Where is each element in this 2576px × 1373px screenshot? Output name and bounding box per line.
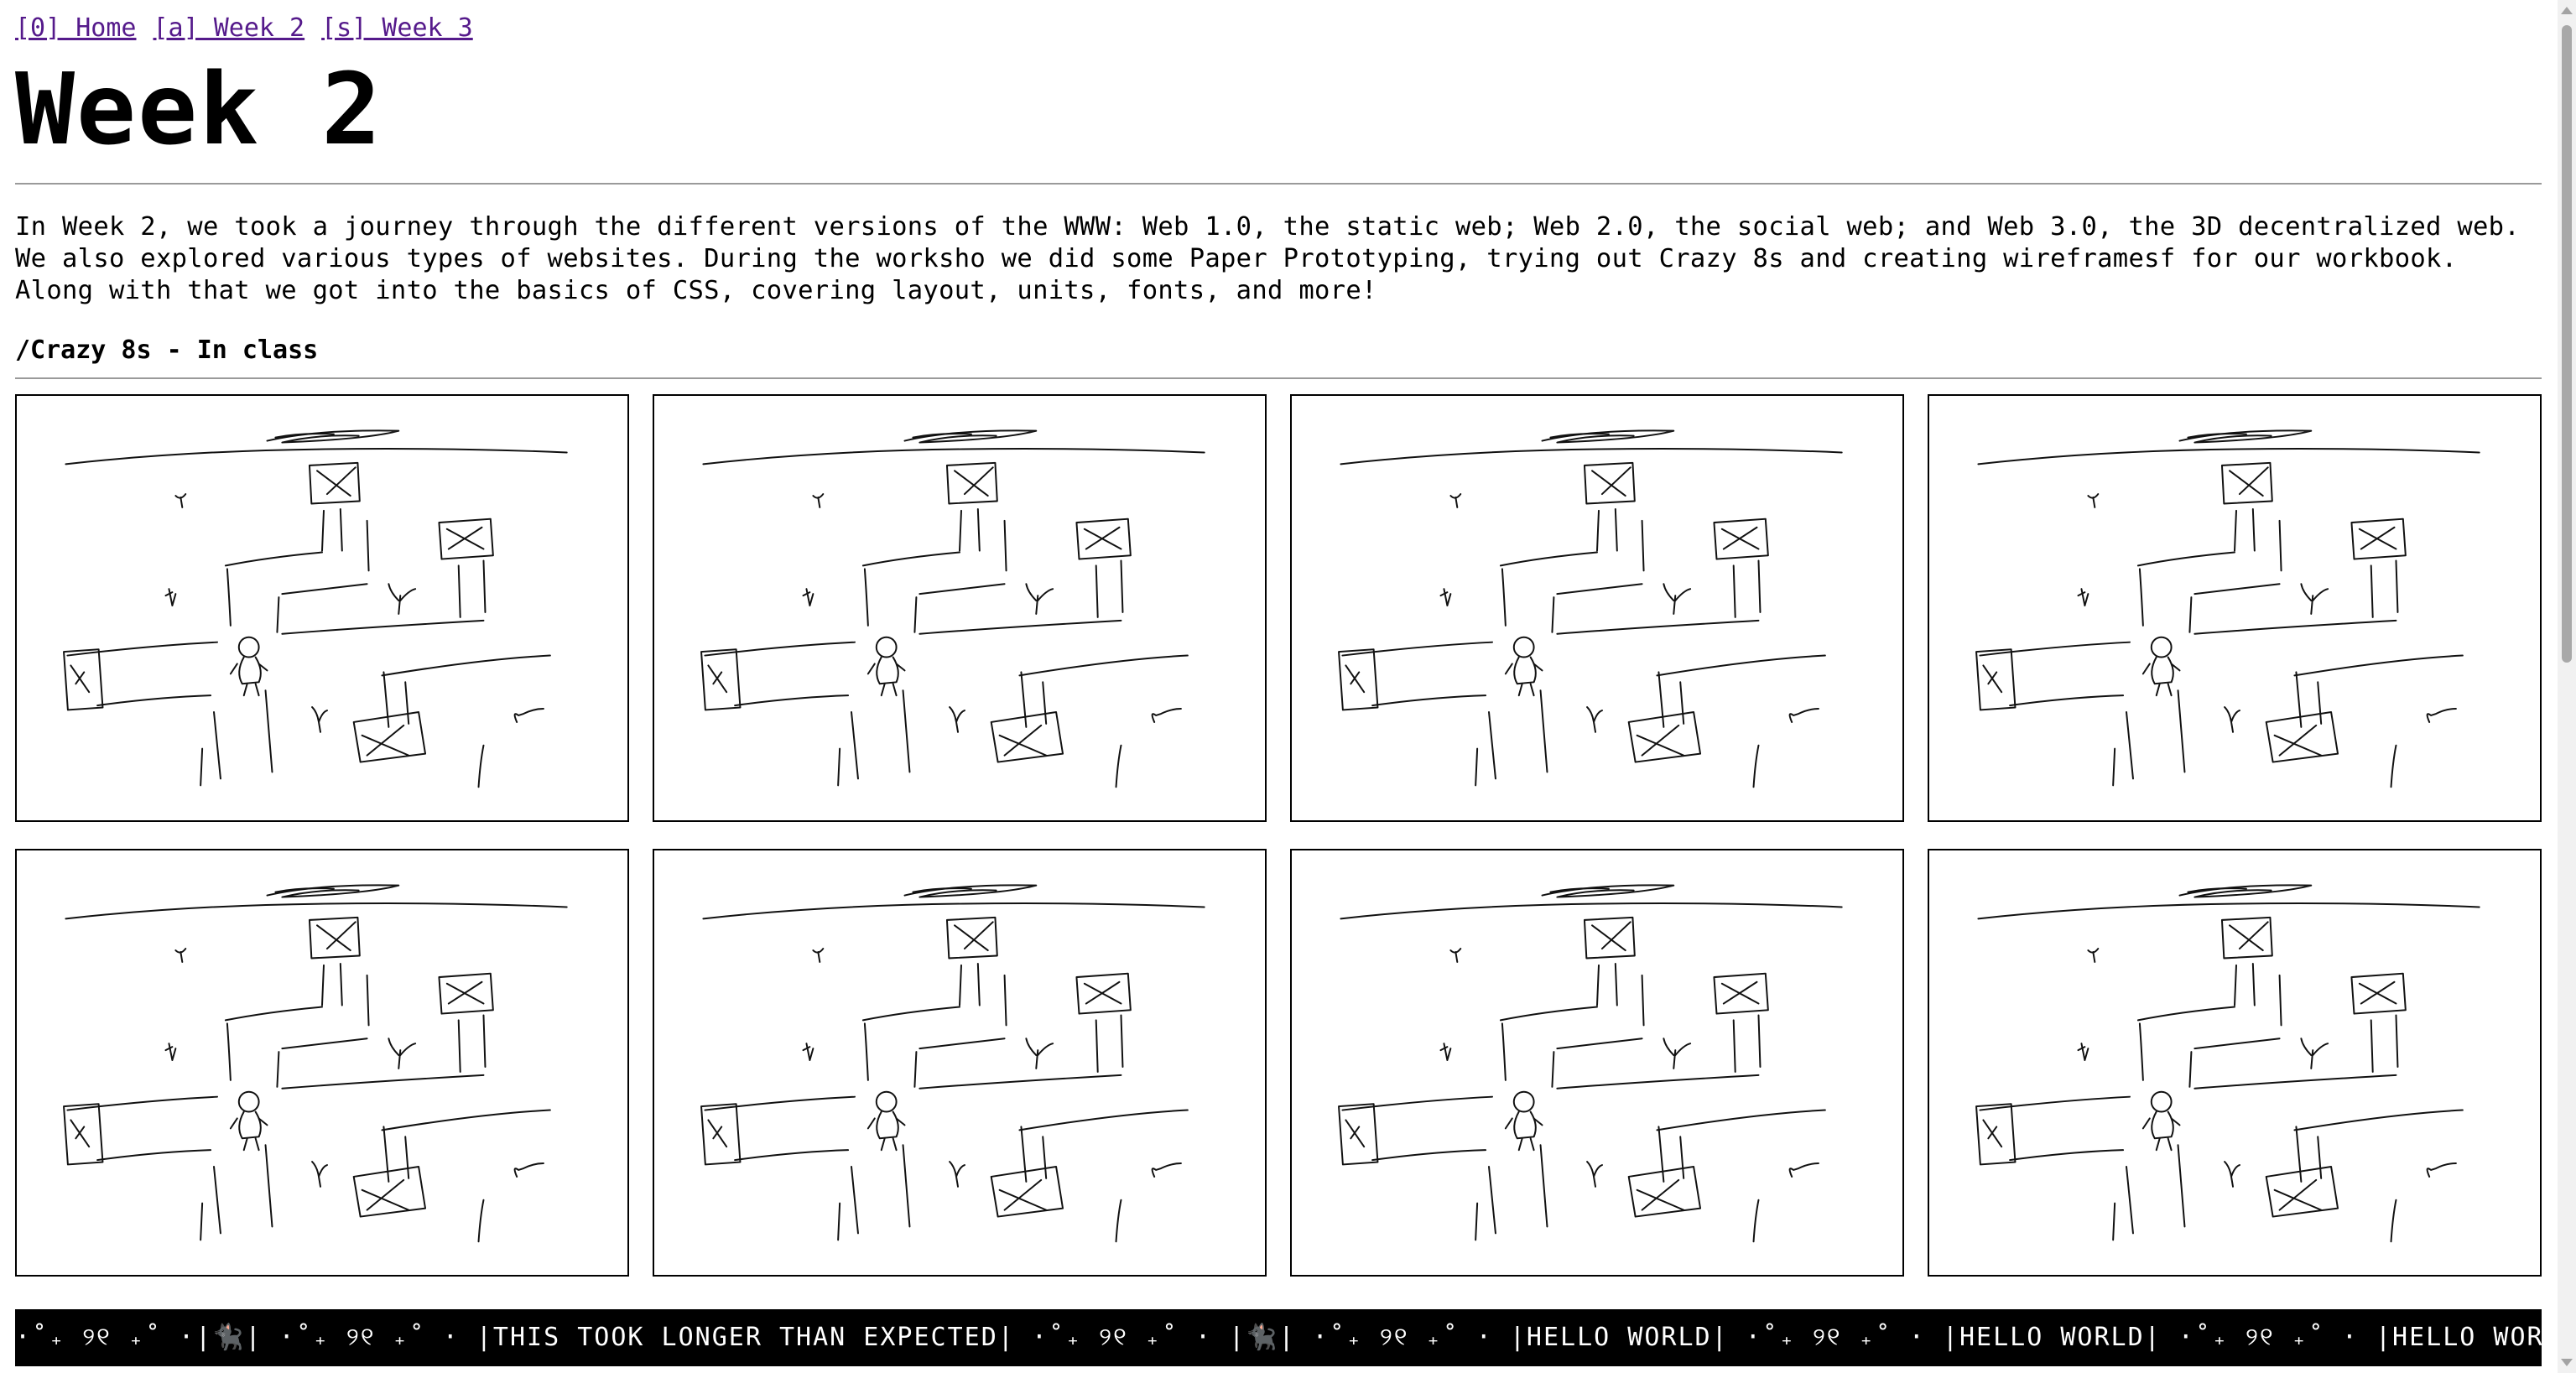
sketch-panel — [1928, 394, 2542, 822]
ticker-message: THIS TOOK LONGER THAN EXPECTED — [492, 1323, 998, 1352]
intro-paragraph: In Week 2, we took a journey through the… — [15, 212, 2521, 305]
ticker-segment: | ·˚₊ ୨୧ ₊˚ · | — [2144, 1323, 2393, 1352]
sketch-panel — [1928, 849, 2542, 1277]
marquee-ticker: ·˚₊ ୨୧ ₊˚ · | 🐈‍⬛ | ·˚₊ ୨୧ ₊˚ · | THIS T… — [15, 1309, 2542, 1366]
sketch-panel — [1290, 849, 1904, 1277]
ticker-segment: | — [195, 1323, 213, 1352]
sketch-panel — [1290, 394, 1904, 822]
page-title: Week 2 — [15, 51, 383, 167]
nav-link-week-2[interactable]: [a] Week 2 — [154, 12, 305, 45]
ticker-message: HELLO WORLD — [1959, 1323, 2145, 1352]
sketch-panel — [15, 394, 629, 822]
scrollbar-thumb[interactable] — [2562, 25, 2572, 663]
vertical-scrollbar[interactable] — [2558, 0, 2576, 1373]
scroll-up-arrow-icon[interactable] — [2561, 7, 2573, 14]
sketch-panel — [15, 849, 629, 1277]
cat-icon: 🐈‍⬛ — [212, 1323, 246, 1352]
sketch-panel — [653, 849, 1267, 1277]
nav-link-home[interactable]: [0] Home — [15, 12, 137, 45]
ticker-segment: | ·˚₊ ୨୧ ₊˚ · | — [245, 1323, 493, 1352]
breadcrumb: [0] Home [a] Week 2 [s] Week 3 — [15, 12, 473, 45]
section-heading: /Crazy 8s - In class — [15, 335, 319, 365]
ticker-message: HELLO WORLD — [1526, 1323, 1712, 1352]
ticker-segment: | ·˚₊ ୨୧ ₊˚ · | — [997, 1323, 1246, 1352]
section-divider — [15, 377, 2542, 379]
ticker-segment: ·˚₊ ୨୧ ₊˚ · — [15, 1323, 196, 1352]
nav-link-week-3[interactable]: [s] Week 3 — [321, 12, 473, 45]
ticker-message: HELLO WORLD — [2392, 1323, 2542, 1352]
ticker-track: ·˚₊ ୨୧ ₊˚ · | 🐈‍⬛ | ·˚₊ ୨୧ ₊˚ · | THIS T… — [15, 1309, 2542, 1366]
title-divider — [15, 183, 2542, 185]
ticker-segment: | ·˚₊ ୨୧ ₊˚ · | — [1278, 1323, 1527, 1352]
sketch-panel — [653, 394, 1267, 822]
page: [0] Home [a] Week 2 [s] Week 3 Week 2 In… — [0, 0, 2576, 1373]
scroll-down-arrow-icon[interactable] — [2561, 1359, 2573, 1366]
cat-icon: 🐈‍⬛ — [1246, 1323, 1279, 1352]
ticker-segment: | ·˚₊ ୨୧ ₊˚ · | — [1711, 1323, 1959, 1352]
